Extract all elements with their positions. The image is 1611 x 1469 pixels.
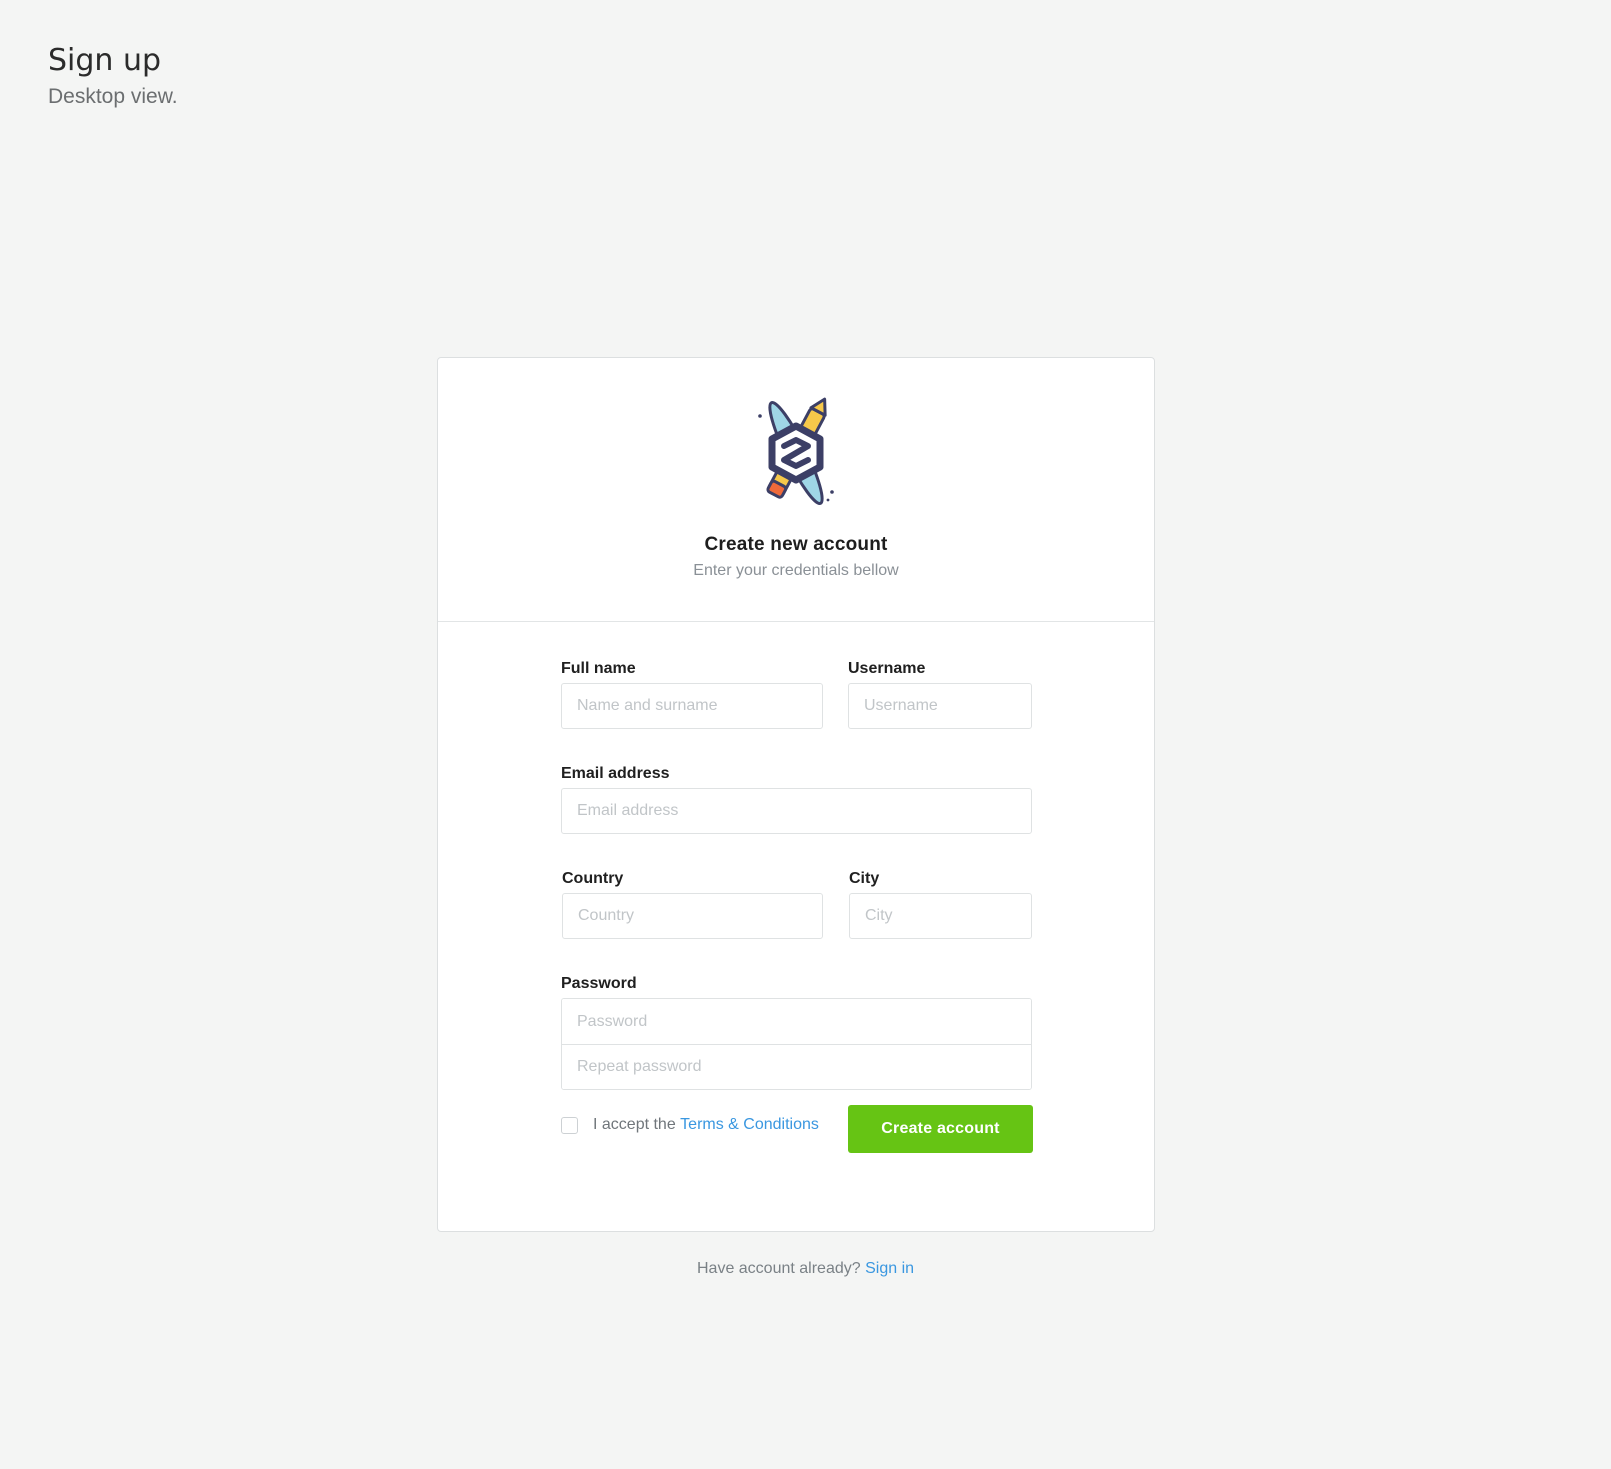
email-label: Email address	[561, 765, 670, 782]
terms-prefix: I accept the	[593, 1116, 676, 1133]
repeat-password-input[interactable]	[562, 1044, 1031, 1089]
crossed-pencils-hexagon-logo-icon	[758, 397, 834, 506]
password-label: Password	[561, 975, 637, 992]
username-label: Username	[848, 660, 926, 677]
country-input[interactable]	[562, 893, 823, 939]
password-input[interactable]	[562, 999, 1031, 1044]
page-title: Sign up	[48, 43, 162, 78]
username-input[interactable]	[848, 683, 1032, 729]
signin-prompt: Have account already? Sign in	[0, 1260, 1611, 1278]
signin-link[interactable]: Sign in	[865, 1260, 914, 1277]
password-group	[561, 998, 1032, 1090]
page-subtitle: Desktop view.	[48, 85, 178, 108]
card-subtitle: Enter your credentials bellow	[693, 562, 899, 579]
full-name-label: Full name	[561, 660, 636, 677]
full-name-input[interactable]	[561, 683, 823, 729]
city-input[interactable]	[849, 893, 1032, 939]
create-account-button[interactable]: Create account	[848, 1105, 1033, 1153]
page-header: Sign up Desktop view.	[48, 42, 178, 110]
signup-card: Create new account Enter your credential…	[437, 357, 1155, 1232]
card-header: Create new account Enter your credential…	[438, 358, 1154, 622]
card-title: Create new account	[704, 534, 888, 555]
email-input[interactable]	[561, 788, 1032, 834]
signin-prompt-text: Have account already?	[696, 1260, 861, 1277]
terms-checkbox[interactable]	[561, 1116, 578, 1134]
country-label: Country	[562, 870, 624, 887]
terms-row: I accept the Terms & Conditions	[561, 1116, 819, 1134]
terms-link[interactable]: Terms & Conditions	[680, 1116, 819, 1134]
city-label: City	[849, 870, 880, 887]
